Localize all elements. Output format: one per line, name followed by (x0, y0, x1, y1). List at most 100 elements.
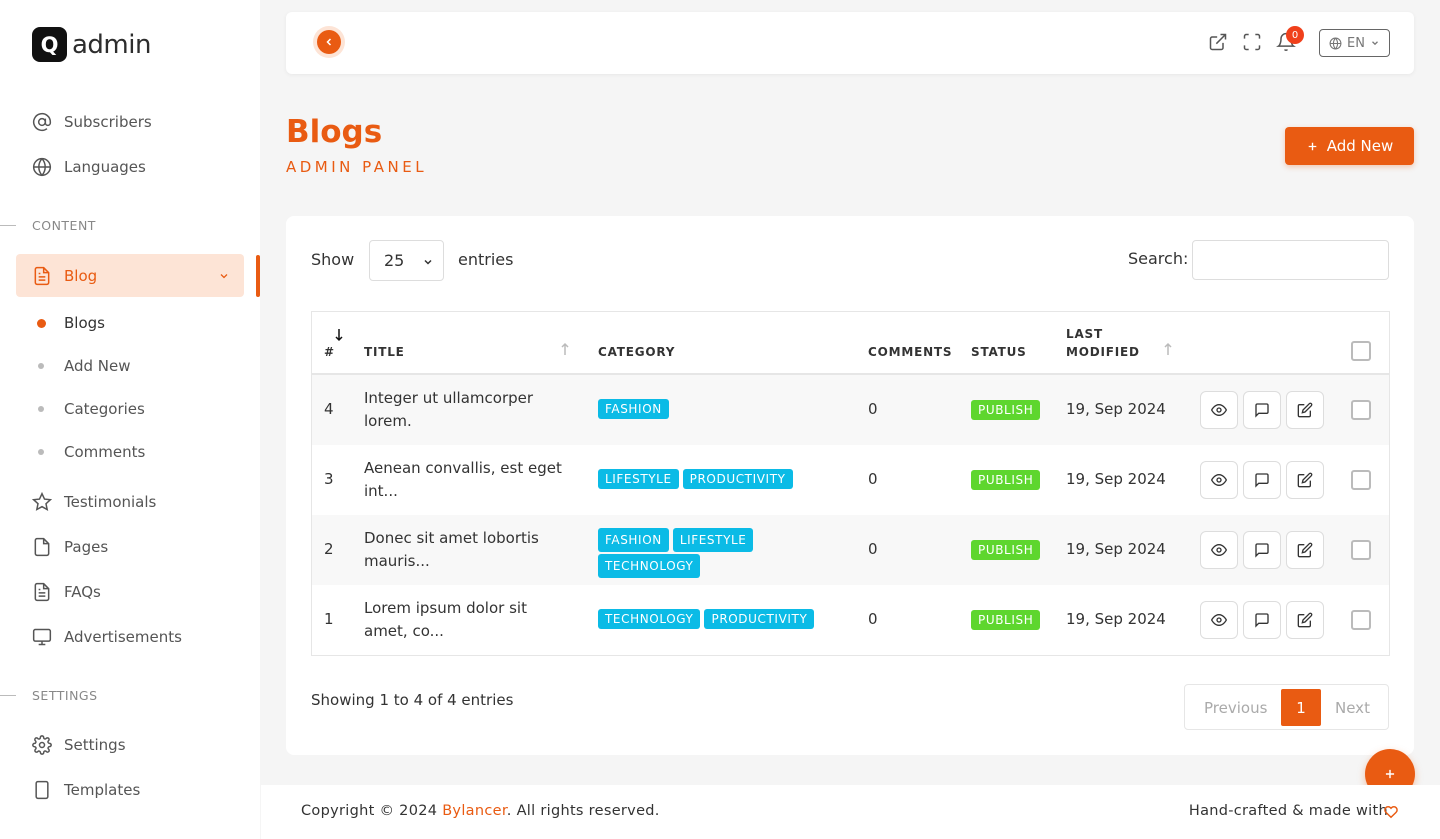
page-button-current[interactable]: 1 (1281, 689, 1321, 726)
sidebar-item-label: Pages (64, 538, 109, 556)
sidebar-item-label: Settings (64, 736, 126, 754)
sidebar-subitem-add-new[interactable]: Add New (64, 357, 131, 375)
column-header-modified[interactable]: MODIFIED (1066, 345, 1140, 359)
row-modified: 19, Sep 2024 (1066, 470, 1166, 488)
sidebar-item-templates[interactable]: Templates (32, 778, 140, 802)
entries-summary: Showing 1 to 4 of 4 entries (311, 691, 514, 709)
sidebar-item-blog[interactable]: Blog (16, 254, 244, 297)
sort-asc-icon[interactable] (560, 342, 570, 356)
logo[interactable]: Q admin (32, 27, 151, 62)
comment-icon (1255, 543, 1269, 558)
edit-button[interactable] (1286, 601, 1324, 639)
sidebar-item-label: Advertisements (64, 628, 182, 646)
sidebar-subitem-categories[interactable]: Categories (64, 400, 145, 418)
heart-icon (1384, 806, 1398, 819)
row-title[interactable]: Integer ut ullamcorper lorem. (364, 387, 574, 433)
previous-page-button[interactable]: Previous (1204, 699, 1267, 717)
row-title[interactable]: Donec sit amet lobortis mauris... (364, 527, 574, 573)
page-size-select[interactable]: 25 (369, 240, 444, 281)
comments-button[interactable] (1243, 461, 1281, 499)
sidebar-subitem-blogs[interactable]: Blogs (64, 314, 105, 332)
search-input[interactable] (1192, 240, 1389, 280)
column-header-id[interactable]: # (324, 345, 335, 359)
row-modified: 19, Sep 2024 (1066, 400, 1166, 418)
sidebar-item-advertisements[interactable]: Advertisements (32, 625, 182, 649)
eye-icon (1211, 403, 1227, 417)
view-button[interactable] (1200, 601, 1238, 639)
select-all-checkbox[interactable] (1351, 341, 1371, 361)
section-divider (0, 225, 16, 226)
notification-badge: 0 (1286, 26, 1304, 44)
fullscreen-icon[interactable] (1242, 32, 1262, 52)
sidebar-item-label: Testimonials (64, 493, 157, 511)
eye-icon (1211, 473, 1227, 487)
table-row: 2 Donec sit amet lobortis mauris... FASH… (312, 515, 1389, 585)
language-dropdown[interactable]: EN (1319, 29, 1390, 57)
page-title: Blogs (286, 114, 383, 150)
sidebar-subitem-comments[interactable]: Comments (64, 443, 145, 461)
row-id: 1 (324, 610, 334, 628)
edit-button[interactable] (1286, 461, 1324, 499)
add-new-label: Add New (1326, 137, 1394, 155)
row-checkbox[interactable] (1351, 540, 1371, 560)
row-id: 2 (324, 540, 334, 558)
category-tag: TECHNOLOGY (598, 554, 701, 578)
edit-button[interactable] (1286, 391, 1324, 429)
sidebar-item-testimonials[interactable]: Testimonials (32, 490, 156, 514)
status-badge: PUBLISH (971, 610, 1041, 630)
column-header-title[interactable]: TITLE (364, 345, 405, 359)
comment-icon (1255, 403, 1269, 418)
row-checkbox[interactable] (1351, 400, 1371, 420)
sidebar-item-pages[interactable]: Pages (32, 535, 108, 559)
table-row: 1 Lorem ipsum dolor sit amet, co... TECH… (312, 585, 1389, 655)
page-subtitle: ADMIN PANEL (286, 158, 428, 176)
row-checkbox[interactable] (1351, 610, 1371, 630)
edit-icon (1297, 542, 1313, 558)
sort-desc-icon[interactable] (334, 328, 344, 342)
row-modified: 19, Sep 2024 (1066, 610, 1166, 628)
column-header-category[interactable]: CATEGORY (598, 345, 675, 359)
row-checkbox[interactable] (1351, 470, 1371, 490)
document-icon (34, 266, 50, 285)
view-button[interactable] (1200, 391, 1238, 429)
status-badge: PUBLISH (971, 400, 1041, 420)
edit-button[interactable] (1286, 531, 1324, 569)
bullet-icon (37, 319, 46, 328)
bullet-icon (38, 406, 44, 412)
sidebar-item-settings[interactable]: Settings (32, 733, 126, 757)
show-label: Show (311, 250, 355, 269)
sidebar-item-languages[interactable]: Languages (32, 155, 146, 179)
comments-button[interactable] (1243, 531, 1281, 569)
collapse-sidebar-button[interactable] (317, 30, 341, 54)
section-label-settings: SETTINGS (32, 688, 98, 703)
sidebar-item-faqs[interactable]: FAQs (32, 580, 101, 604)
category-tag: FASHION (598, 528, 669, 552)
sidebar-item-subscribers[interactable]: Subscribers (32, 110, 152, 134)
chevron-down-icon (220, 274, 228, 279)
row-title[interactable]: Aenean convallis, est eget int... (364, 457, 574, 503)
active-indicator (256, 255, 260, 297)
comments-button[interactable] (1243, 391, 1281, 429)
comment-icon (1255, 613, 1269, 628)
category-tag: FASHION (598, 399, 669, 419)
eye-icon (1211, 613, 1227, 627)
comments-button[interactable] (1243, 601, 1281, 639)
sort-asc-icon[interactable] (1163, 342, 1173, 356)
category-tag: PRODUCTIVITY (682, 469, 793, 489)
add-new-button[interactable]: Add New (1285, 127, 1414, 165)
view-button[interactable] (1200, 461, 1238, 499)
view-button[interactable] (1200, 531, 1238, 569)
edit-icon (1297, 612, 1313, 628)
column-header-last[interactable]: LAST (1066, 327, 1103, 341)
row-categories: FASHION (598, 399, 858, 421)
gear-icon (32, 735, 52, 755)
row-comments: 0 (868, 540, 878, 558)
column-header-status[interactable]: STATUS (971, 345, 1027, 359)
brand-link[interactable]: Bylancer (442, 803, 507, 819)
column-header-comments[interactable]: COMMENTS (868, 345, 952, 359)
external-link-icon[interactable] (1208, 32, 1228, 52)
category-tag: LIFESTYLE (672, 528, 754, 552)
category-tag: PRODUCTIVITY (704, 609, 815, 629)
row-title[interactable]: Lorem ipsum dolor sit amet, co... (364, 597, 574, 643)
next-page-button[interactable]: Next (1335, 699, 1370, 717)
